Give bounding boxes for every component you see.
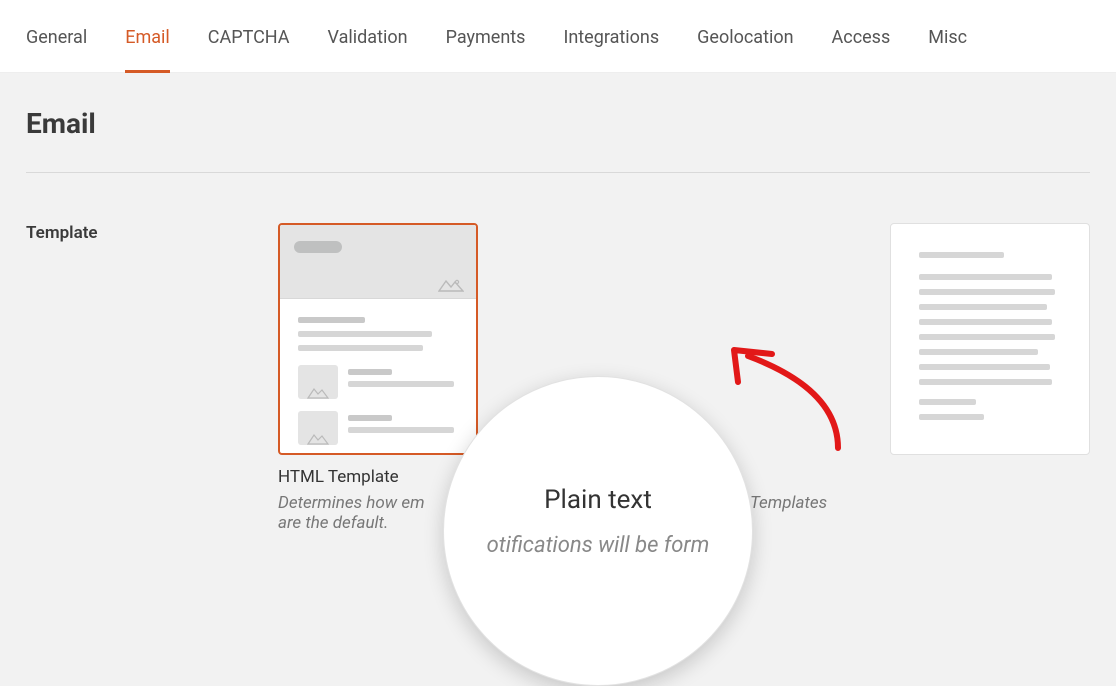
template-description: Determines how em ML Templates are the d… — [278, 493, 854, 533]
html-preview-header — [280, 225, 476, 299]
template-card-plain[interactable] — [890, 223, 1090, 455]
plain-preview-body — [891, 224, 1089, 455]
thumbnail-icon — [298, 411, 338, 445]
setting-row-template: Template — [26, 173, 1090, 533]
tab-captcha[interactable]: CAPTCHA — [208, 0, 290, 70]
tab-validation[interactable]: Validation — [328, 0, 408, 70]
tab-integrations[interactable]: Integrations — [563, 0, 659, 70]
tab-payments[interactable]: Payments — [446, 0, 526, 70]
template-option-html[interactable]: HTML Template Determines how em ML Templ… — [278, 223, 854, 533]
content-area: Email Template — [0, 73, 1116, 533]
tab-access[interactable]: Access — [832, 0, 891, 70]
tab-geolocation[interactable]: Geolocation — [697, 0, 793, 70]
setting-label-template: Template — [26, 223, 278, 533]
magnifier-subtitle: otifications will be form — [487, 533, 710, 558]
placeholder-pill-icon — [294, 241, 342, 253]
template-card-html[interactable] — [278, 223, 478, 455]
mountain-icon — [438, 279, 464, 292]
page-title: Email — [26, 107, 1090, 172]
tab-misc[interactable]: Misc — [928, 0, 967, 70]
tab-general[interactable]: General — [26, 0, 87, 70]
setting-field-template: HTML Template Determines how em ML Templ… — [278, 223, 1090, 533]
template-option-html-label: HTML Template — [278, 467, 854, 487]
tab-email[interactable]: Email — [125, 0, 170, 73]
html-preview-body — [280, 299, 476, 455]
template-options: HTML Template Determines how em ML Templ… — [278, 223, 1090, 533]
template-desc-left-fragment: Determines how em — [278, 493, 425, 513]
template-option-plain[interactable] — [890, 223, 1090, 533]
thumbnail-icon — [298, 365, 338, 399]
tabs-bar: General Email CAPTCHA Validation Payment… — [0, 0, 1116, 73]
